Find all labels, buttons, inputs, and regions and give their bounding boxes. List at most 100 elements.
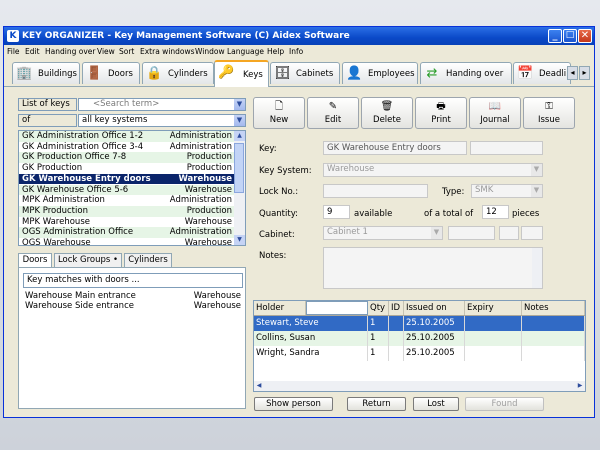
key-system-select[interactable]: Warehouse ▼ xyxy=(323,163,543,177)
door-list-item[interactable]: Warehouse Side entrance Warehouse xyxy=(23,301,243,311)
key-list-item-selected[interactable]: GK Warehouse Entry doors Warehouse xyxy=(19,173,234,185)
edit-button[interactable]: ✎ Edit xyxy=(307,97,359,129)
key-list-item[interactable]: GK Administration Office 1-2 Administrati… xyxy=(19,131,234,142)
menu-help[interactable]: Help xyxy=(267,45,284,58)
lost-button[interactable]: Lost xyxy=(413,397,459,411)
tab-handing-over[interactable]: ⇄ Handing over xyxy=(420,62,512,84)
key-list-item[interactable]: OGS Warehouse Warehouse xyxy=(19,238,234,245)
tab-deadlines[interactable]: 📅 Deadli xyxy=(513,62,571,84)
notes-textarea[interactable] xyxy=(323,247,543,289)
tab-buildings[interactable]: 🏢 Buildings xyxy=(12,62,80,84)
menu-language[interactable]: Language xyxy=(227,45,264,58)
tab-keys[interactable]: 🔑 Keys xyxy=(214,60,269,87)
chevron-down-icon[interactable]: ▼ xyxy=(431,227,442,239)
scroll-down-icon[interactable]: ▼ xyxy=(234,235,245,245)
menu-window[interactable]: Window xyxy=(195,45,225,58)
chevron-down-icon[interactable]: ▼ xyxy=(531,185,542,197)
key-list-item[interactable]: GK Administration Office 3-4 Administrati… xyxy=(19,142,234,153)
menu-edit[interactable]: Edit xyxy=(25,45,40,58)
show-person-button[interactable]: Show person xyxy=(254,397,333,411)
close-button[interactable]: ✕ xyxy=(578,29,592,43)
type-select[interactable]: SMK ▼ xyxy=(471,184,543,198)
issued-holders-table[interactable]: Holder Qty ID Issued on Expiry Notes Ste… xyxy=(253,300,586,392)
delete-button[interactable]: 🗑 Delete xyxy=(361,97,413,129)
key-list-item[interactable]: OGS Administration Office Administration xyxy=(19,227,234,238)
key-system-filter-select[interactable]: all key systems ▼ xyxy=(78,114,246,127)
key-system-filter-value: all key systems xyxy=(82,115,148,125)
tab-scroll-right-button[interactable]: ▸ xyxy=(579,66,590,80)
col-expiry[interactable]: Expiry xyxy=(465,301,522,315)
key-list-item[interactable]: MPK Production Production xyxy=(19,205,234,217)
return-button[interactable]: Return xyxy=(347,397,406,411)
menu-extra-windows[interactable]: Extra windows xyxy=(140,45,195,58)
lock-no-field[interactable] xyxy=(323,184,428,198)
of-label-box: of xyxy=(18,114,77,127)
subtab-lock-groups[interactable]: Lock Groups • xyxy=(54,253,122,267)
door-search-input[interactable]: Key matches with doors ... xyxy=(23,273,243,288)
tab-cylinders[interactable]: 🔒 Cylinders xyxy=(142,62,214,84)
subtab-cylinders[interactable]: Cylinders xyxy=(124,253,172,267)
key-list[interactable]: GK Administration Office 1-2 Administrati… xyxy=(18,130,246,246)
scroll-left-icon[interactable]: ◀ xyxy=(254,381,264,391)
menu-view[interactable]: View xyxy=(97,45,115,58)
cabinet-icon: 🗄 xyxy=(274,66,291,81)
holder-filter-field[interactable] xyxy=(306,301,368,315)
scroll-right-icon[interactable]: ▶ xyxy=(575,381,585,391)
found-button[interactable]: Found xyxy=(465,397,544,411)
cabinet-hook-field[interactable] xyxy=(499,226,519,240)
key-list-item[interactable]: MPK Administration Administration xyxy=(19,195,234,206)
print-button[interactable]: 🖶 Print xyxy=(415,97,467,129)
col-issued-on[interactable]: Issued on xyxy=(404,301,465,315)
col-notes[interactable]: Notes xyxy=(522,301,585,315)
key-list-item[interactable]: GK Production Production xyxy=(19,163,234,174)
chevron-down-icon[interactable]: ▼ xyxy=(531,164,542,176)
table-horizontal-scrollbar[interactable]: ◀ ▶ xyxy=(254,381,585,391)
new-document-icon: 🗋 xyxy=(274,101,284,112)
tab-scroll-left-button[interactable]: ◂ xyxy=(567,66,578,80)
maximize-button[interactable]: □ xyxy=(563,29,577,43)
scroll-thumb[interactable] xyxy=(234,143,244,193)
cabinet-pos-field[interactable] xyxy=(521,226,543,240)
menu-sort[interactable]: Sort xyxy=(119,45,134,58)
issue-button[interactable]: ⚿ Issue xyxy=(523,97,575,129)
cabinet-select[interactable]: Cabinet 1 ▼ xyxy=(323,226,443,240)
calendar-icon: 📅 xyxy=(517,66,534,81)
col-id[interactable]: ID xyxy=(389,301,404,315)
key-list-item[interactable]: GK Production Office 7-8 Production xyxy=(19,152,234,164)
key-list-item[interactable]: MPK Warehouse Warehouse xyxy=(19,217,234,228)
journal-button[interactable]: 📖 Journal xyxy=(469,97,521,129)
tab-doors[interactable]: 🚪 Doors xyxy=(82,62,140,84)
building-icon: 🏢 xyxy=(16,66,33,81)
notes-scrollbar[interactable] xyxy=(532,248,542,288)
menu-file[interactable]: File xyxy=(7,45,20,58)
quantity-available-field[interactable]: 9 xyxy=(323,205,350,219)
cabinet-slot-field[interactable] xyxy=(448,226,495,240)
table-row[interactable]: Stewart, Steve 1 25.10.2005 xyxy=(254,316,585,331)
key-list-scrollbar[interactable]: ▲ ▼ xyxy=(234,131,245,245)
title-bar[interactable]: K KEY ORGANIZER - Key Management Softwar… xyxy=(4,27,594,45)
key-name-field[interactable]: GK Warehouse Entry doors xyxy=(323,141,467,155)
new-button[interactable]: 🗋 New xyxy=(253,97,305,129)
scroll-up-icon[interactable]: ▲ xyxy=(234,131,245,141)
table-row[interactable]: Collins, Susan 1 25.10.2005 xyxy=(254,331,585,346)
total-label: of a total of xyxy=(424,209,474,219)
menu-info[interactable]: Info xyxy=(289,45,303,58)
col-qty[interactable]: Qty xyxy=(368,301,389,315)
tab-cabinets[interactable]: 🗄 Cabinets xyxy=(270,62,340,84)
door-list-item[interactable]: Warehouse Main entrance Warehouse xyxy=(23,291,243,301)
key-extra-field[interactable] xyxy=(470,141,543,155)
chevron-down-icon[interactable]: ▼ xyxy=(234,99,245,110)
col-holder[interactable]: Holder xyxy=(254,301,306,315)
minimize-button[interactable]: _ xyxy=(548,29,562,43)
handover-icon: ⇄ xyxy=(426,66,438,81)
quantity-total-field[interactable]: 12 xyxy=(482,205,509,219)
available-label: available xyxy=(354,209,393,219)
key-list-item[interactable]: GK Warehouse Office 5-6 Warehouse xyxy=(19,184,234,196)
table-row[interactable]: Wright, Sandra 1 25.10.2005 xyxy=(254,346,585,361)
menu-handing-over[interactable]: Handing over xyxy=(45,45,95,58)
key-search-combo[interactable]: <Search term> ▼ xyxy=(78,98,246,111)
subtab-doors[interactable]: Doors xyxy=(18,253,52,267)
lock-no-label: Lock No.: xyxy=(259,187,299,197)
chevron-down-icon[interactable]: ▼ xyxy=(234,115,245,126)
tab-employees[interactable]: 👤 Employees xyxy=(342,62,418,84)
